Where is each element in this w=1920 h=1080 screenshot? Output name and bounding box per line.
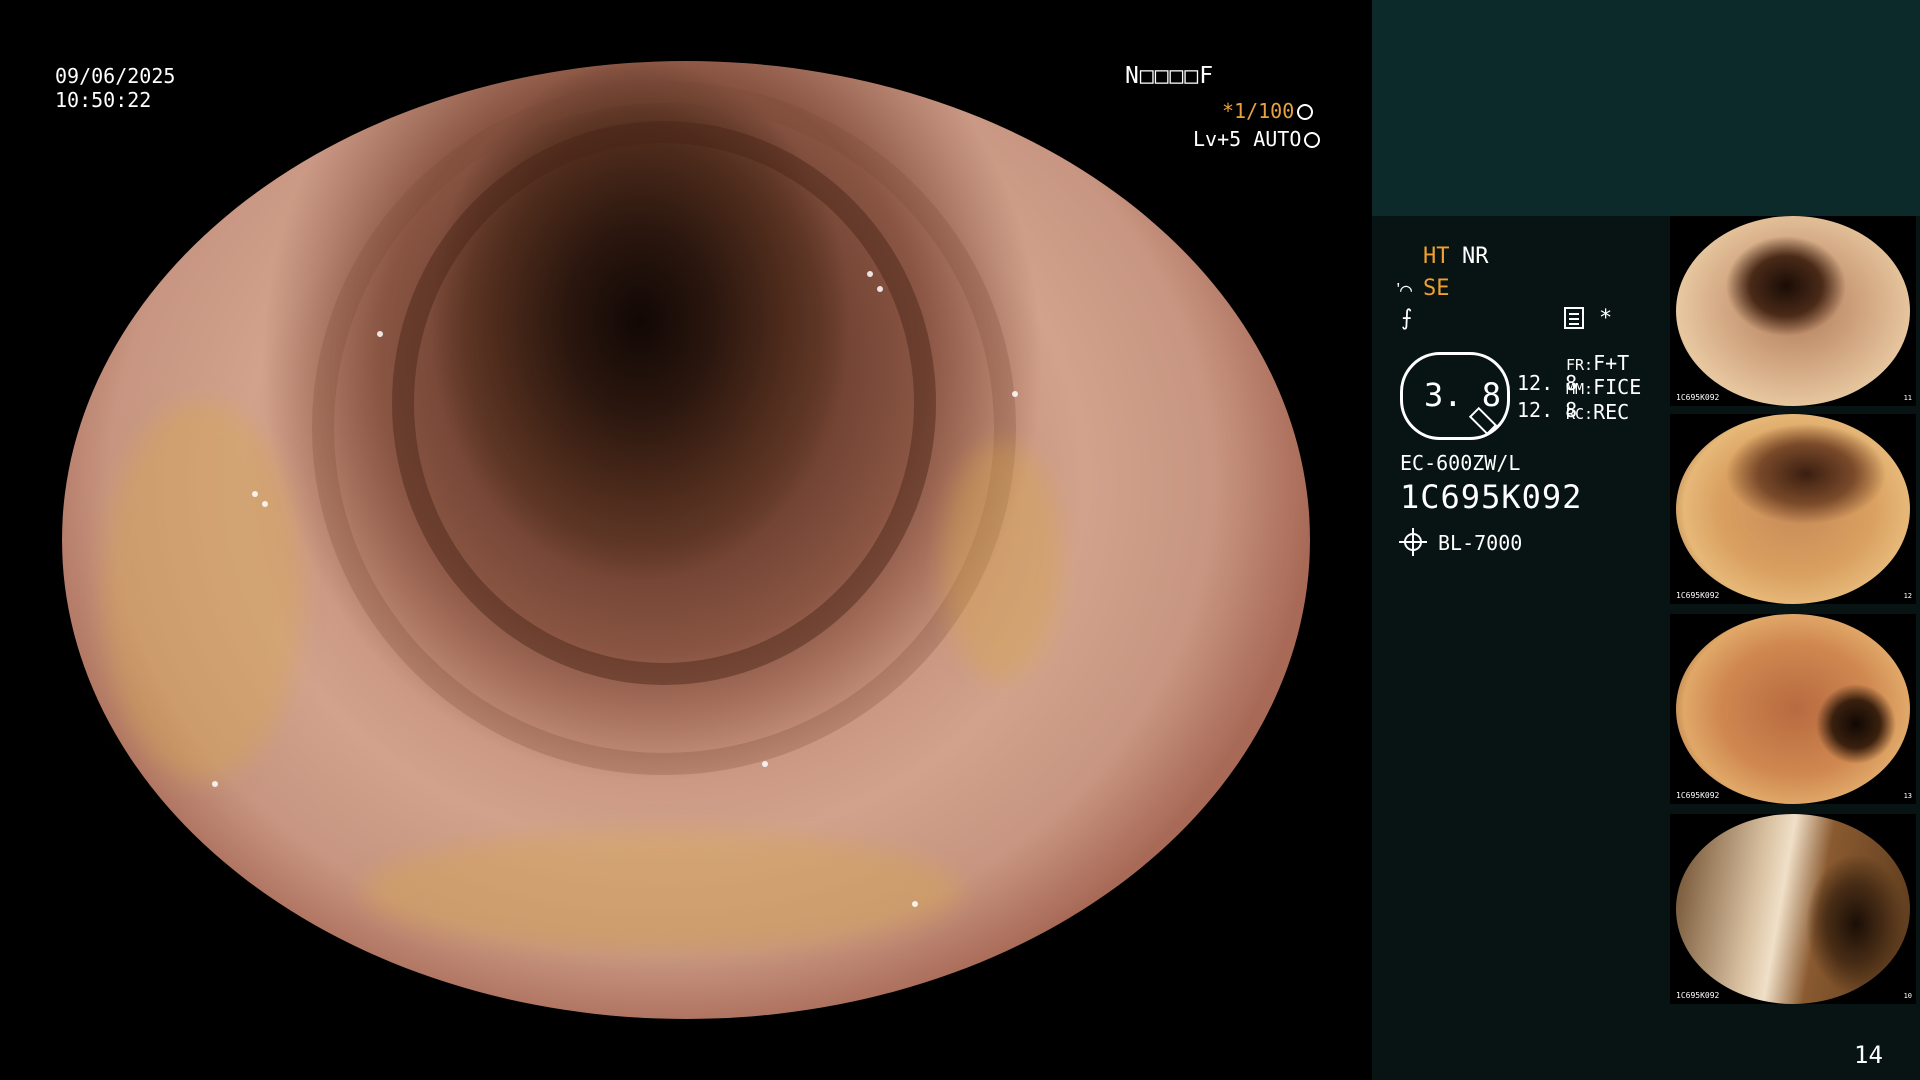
exposure-level: Lv+5 AUTO: [1193, 127, 1321, 151]
thumbnail-scope-id: 1C695K092: [1676, 991, 1720, 1000]
thumbnail-scope-id: 1C695K092: [1676, 791, 1720, 800]
info-panel-header: [1372, 0, 1920, 216]
mm-value: FICE: [1593, 375, 1642, 399]
thumbnail-image: [1676, 216, 1910, 406]
specular-glint: [912, 901, 918, 907]
thumbnail-image: [1676, 614, 1910, 804]
mucosa-highlight: [362, 831, 962, 951]
specular-glint: [1012, 391, 1018, 397]
asterisk-indicator: *: [1599, 306, 1613, 331]
specular-glint: [867, 271, 873, 277]
specular-glint: [377, 331, 383, 337]
auto-iris-icon: [1304, 132, 1321, 148]
exam-date: 09/06/2025: [55, 64, 176, 88]
captured-thumbnail[interactable]: 1C695K092 11: [1670, 216, 1916, 406]
thumbnail-scope-id: 1C695K092: [1676, 393, 1720, 402]
shutter-icon: [1297, 104, 1314, 120]
specular-glint: [877, 286, 883, 292]
nr-indicator: NR: [1462, 244, 1489, 269]
thumbnail-number: 11: [1903, 394, 1912, 402]
captured-thumbnail[interactable]: 1C695K092 10: [1670, 814, 1916, 1004]
scope-serial: 1C695K092: [1400, 478, 1583, 516]
zoom-value: 3. 8: [1424, 376, 1502, 414]
shutter-speed-text: *1/100: [1222, 99, 1295, 123]
mm-setting: MM:FICE: [1566, 374, 1641, 402]
scope-model: EC-600ZW/L: [1400, 451, 1521, 475]
fr-value: F+T: [1593, 351, 1630, 375]
thumbnail-image: [1676, 814, 1910, 1004]
mucosa-highlight: [102, 401, 302, 781]
captured-thumbnail[interactable]: 1C695K092 12: [1670, 414, 1916, 604]
specular-glint: [212, 781, 218, 787]
thumbnail-number: 12: [1903, 592, 1912, 600]
ht-indicator: HT: [1423, 244, 1450, 269]
rc-setting: RC:REC: [1566, 399, 1629, 427]
rc-value: REC: [1593, 400, 1630, 424]
mucosal-fold: [392, 121, 936, 685]
shutter-speed: *1/100: [1222, 99, 1314, 123]
specular-glint: [762, 761, 768, 767]
captured-thumbnail[interactable]: 1C695K092 13: [1670, 614, 1916, 804]
rc-label: RC:: [1566, 405, 1594, 423]
thumbnail-number: 13: [1903, 792, 1912, 800]
fr-label: FR:: [1566, 356, 1594, 374]
thumbnail-scope-id: 1C695K092: [1676, 591, 1720, 600]
patient-id: N□□□□F: [1125, 63, 1215, 89]
se-indicator: SE: [1423, 276, 1450, 301]
exam-time: 10:50:22: [55, 88, 152, 112]
thumbnail-number: 10: [1903, 992, 1912, 1000]
se-icon: ᡃ⌒: [1400, 277, 1413, 301]
light-source-icon: [1399, 533, 1427, 551]
light-source: BL-7000: [1438, 531, 1523, 555]
thumbnail-image: [1676, 414, 1910, 604]
f-icon: ⨍: [1401, 306, 1413, 331]
mucosa-highlight: [942, 441, 1062, 681]
menu-grid-icon: [1564, 307, 1584, 329]
specular-glint: [262, 501, 268, 507]
mm-label: MM:: [1566, 380, 1594, 398]
exposure-level-text: Lv+5 AUTO: [1193, 127, 1302, 151]
page-number: 14: [1854, 1041, 1883, 1069]
endoscopy-main-view: [62, 61, 1310, 1019]
specular-glint: [252, 491, 258, 497]
